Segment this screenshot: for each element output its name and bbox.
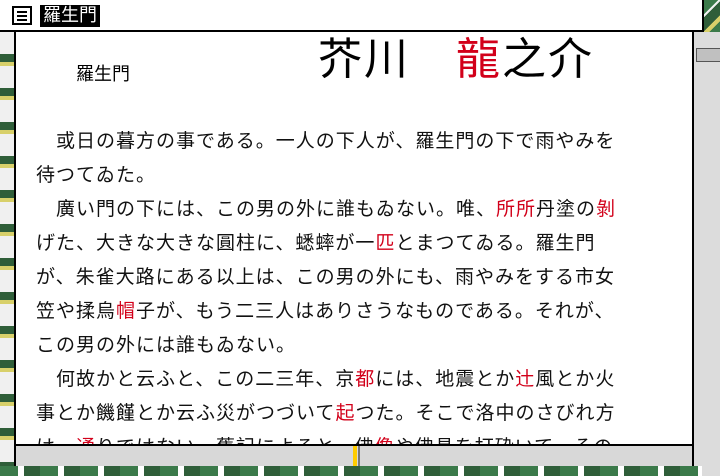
vertical-scroll-thumb[interactable] <box>696 48 720 62</box>
highlighted-char: 剝 <box>596 198 617 220</box>
highlighted-char: 帽 <box>116 300 137 322</box>
text-segment: 或日の暮方の事である。一人の下人が、羅生門の下で雨やみを <box>36 130 616 152</box>
work-title: 羅生門 <box>76 64 130 85</box>
vertical-scrollbar[interactable] <box>692 32 720 476</box>
window-menu-icon[interactable] <box>12 6 32 25</box>
body-text: 或日の暮方の事である。一人の下人が、羅生門の下で雨やみを 待つてゐた。 廣い門の下… <box>36 124 676 464</box>
text-segment: 事とか饑饉とか云ふ災がつづいて <box>36 402 336 424</box>
text-segment: げた、大きな大きな圓柱に、蟋蟀が一 <box>36 232 376 254</box>
reader-window: 羅生門 羅生門 芥川 龍之介 或日の暮方の事である。一人の下人が、羅生門の下で雨… <box>0 0 720 476</box>
title-bar[interactable]: 羅生門 <box>0 0 702 32</box>
text-segment: 風とか火 <box>535 368 616 390</box>
text-line: 何故かと云ふと、この二三年、京都には、地震とか辻風とか火 <box>36 362 676 396</box>
text-segment: 廣い門の下には、この男の外に誰もゐない。唯、 <box>36 198 497 220</box>
text-line: げた、大きな大きな圓柱に、蟋蟀が一匹とまつてゐる。羅生門 <box>36 226 676 260</box>
text-segment: 丹塗の <box>536 198 597 220</box>
text-line: が、朱雀大路にある以上は、この男の外にも、雨やみをする市女 <box>36 260 676 294</box>
text-line: この男の外には誰もゐない。 <box>36 328 676 362</box>
scroll-position-marker[interactable] <box>353 446 357 466</box>
text-segment: 笠や揉烏 <box>36 300 117 322</box>
text-segment: 子が、もう二三人はありさうなものである。それが、 <box>136 300 615 322</box>
text-segment: 待つてゐた。 <box>36 164 157 186</box>
scroll-split-line <box>358 446 360 466</box>
text-line: 或日の暮方の事である。一人の下人が、羅生門の下で雨やみを <box>36 124 676 158</box>
text-line: 笠や揉烏帽子が、もう二三人はありさうなものである。それが、 <box>36 294 676 328</box>
bottom-border-decoration <box>0 466 702 476</box>
highlighted-char: 都 <box>355 368 376 390</box>
text-segment: には、地震とか <box>375 368 516 390</box>
author-red-char: 龍 <box>456 34 502 85</box>
highlighted-char: 起 <box>335 402 356 424</box>
highlighted-char: 辻 <box>515 368 536 390</box>
highlighted-char: 匹 <box>375 232 396 254</box>
window-title: 羅生門 <box>40 5 100 27</box>
author-name: 芥川 龍之介 <box>318 34 594 86</box>
document-area[interactable]: 羅生門 芥川 龍之介 或日の暮方の事である。一人の下人が、羅生門の下で雨やみを待… <box>14 32 692 458</box>
text-line: 廣い門の下には、この男の外に誰もゐない。唯、所所丹塗の剝 <box>36 192 676 226</box>
text-segment: この男の外には誰もゐない。 <box>36 334 297 356</box>
text-segment: とまつてゐる。羅生門 <box>395 232 596 254</box>
left-border-decoration <box>0 32 14 466</box>
author-part1: 芥川 <box>318 34 456 85</box>
text-segment: が、朱雀大路にある以上は、この男の外にも、雨やみをする市女 <box>36 266 616 288</box>
horizontal-scrollbar[interactable] <box>14 444 692 466</box>
text-line: 待つてゐた。 <box>36 158 676 192</box>
text-line: 事とか饑饉とか云ふ災がつづいて起つた。そこで洛中のさびれ方 <box>36 396 676 430</box>
highlighted-char: 所所 <box>496 198 537 220</box>
text-segment: 何故かと云ふと、この二三年、京 <box>36 368 356 390</box>
text-segment: つた。そこで洛中のさびれ方 <box>355 402 616 424</box>
author-part2: 之介 <box>502 34 594 85</box>
